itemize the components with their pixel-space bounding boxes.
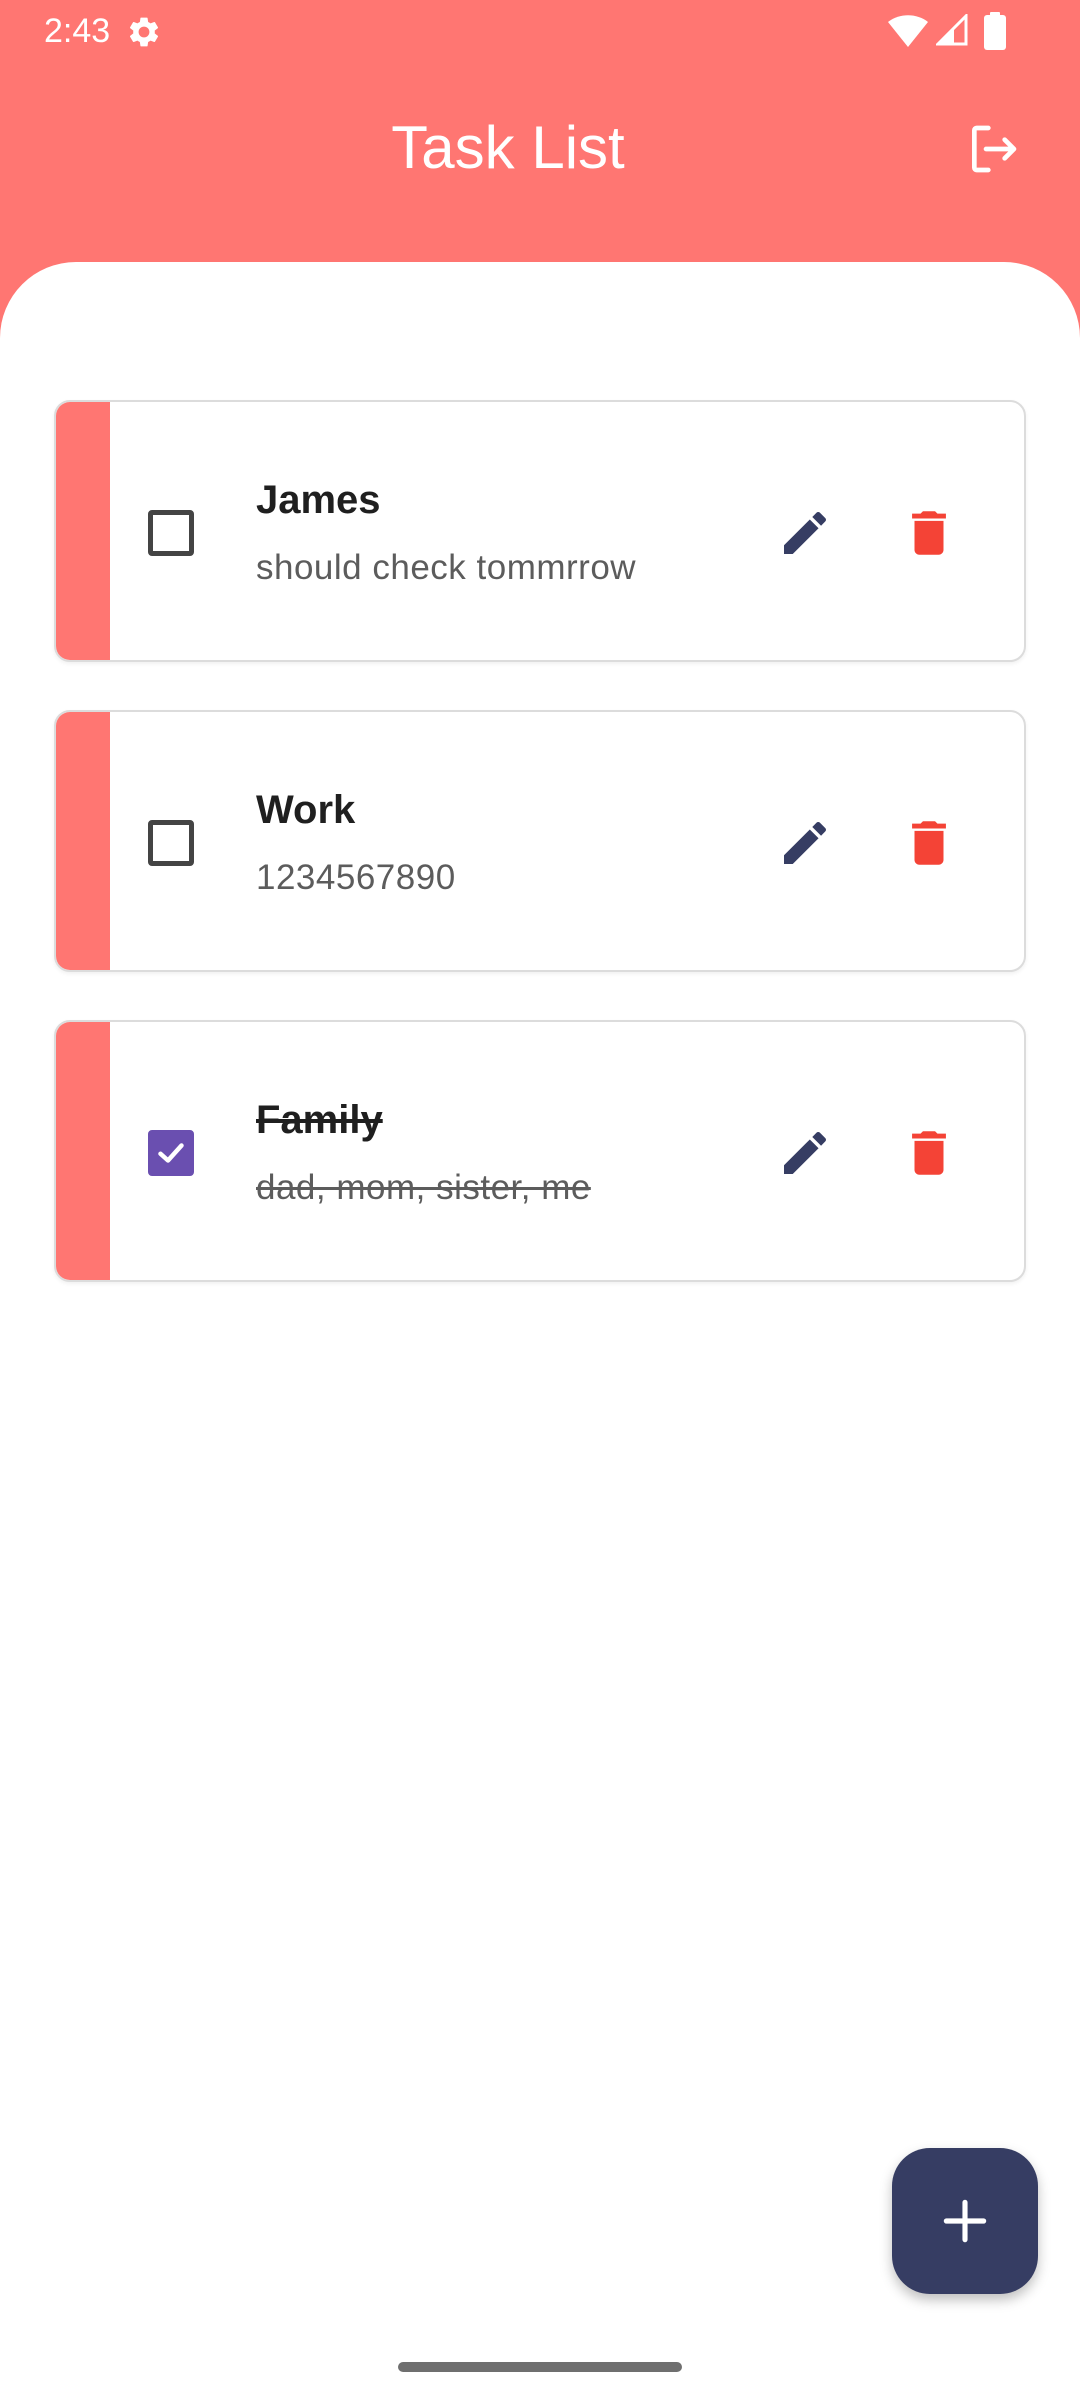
task-description: dad, mom, sister, me [256,1168,591,1207]
task-description: should check tommrrow [256,548,637,587]
checkmark-icon [158,1143,184,1163]
edit-task-button[interactable] [774,502,836,564]
task-checkbox[interactable] [148,510,194,556]
logout-icon [972,125,1017,173]
task-list-screen: 2:43 Task List James should check tommrr… [0,0,1080,2400]
task-accent-strip [56,712,110,970]
trash-icon [912,1131,946,1175]
delete-task-button[interactable] [898,812,960,874]
task-card[interactable]: Work 1234567890 [54,710,1026,972]
signal-icon [936,14,968,46]
gesture-nav-handle[interactable] [398,2362,682,2372]
plus-icon [943,2199,987,2243]
task-accent-strip [56,1022,110,1280]
task-description: 1234567890 [256,858,456,897]
task-list-container: James should check tommrrow Work 1234567… [0,262,1080,2400]
trash-icon [912,821,946,865]
status-bar: 2:43 [0,0,1080,62]
task-accent-strip [56,402,110,660]
pencil-icon [784,821,827,864]
task-card[interactable]: Family dad, mom, sister, me [54,1020,1026,1282]
page-title: Task List [391,114,625,181]
delete-task-button[interactable] [898,1122,960,1184]
task-card[interactable]: James should check tommrrow [54,400,1026,662]
gear-icon [129,17,159,47]
edit-task-button[interactable] [774,812,836,874]
pencil-icon [784,511,827,554]
wifi-icon [888,15,928,47]
task-checkbox[interactable] [148,820,194,866]
task-title: Family [256,1098,383,1142]
status-time: 2:43 [44,12,111,50]
trash-icon [912,511,946,555]
task-title: James [256,478,381,522]
edit-task-button[interactable] [774,1122,836,1184]
task-checkbox[interactable] [148,1130,194,1176]
task-title: Work [256,788,356,832]
logout-button[interactable] [960,116,1026,182]
delete-task-button[interactable] [898,502,960,564]
add-task-button[interactable] [892,2148,1038,2294]
battery-icon [984,12,1006,50]
pencil-icon [784,1131,827,1174]
